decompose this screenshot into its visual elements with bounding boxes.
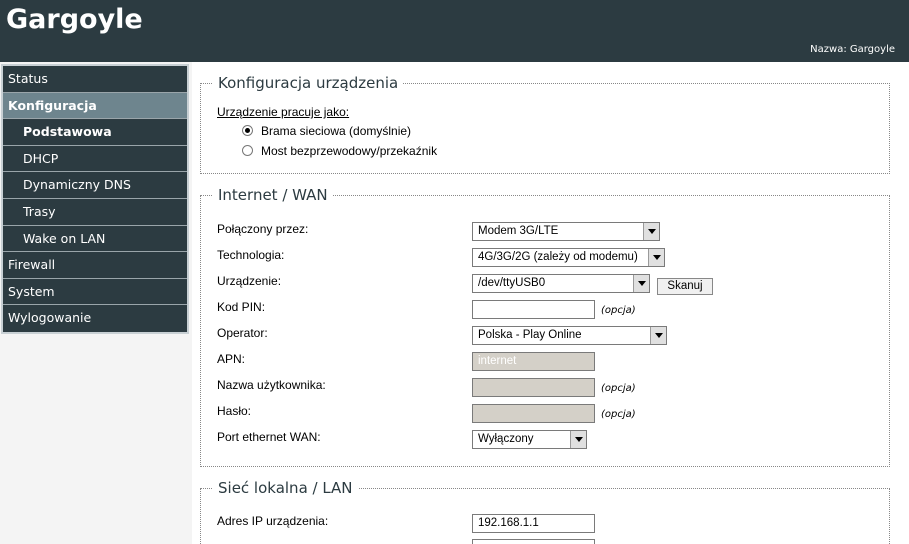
operator-select[interactable]: Polska - Play Online <box>472 326 667 345</box>
device-mode-label: Urządzenie pracuje jako: <box>217 105 350 119</box>
device-config-legend: Konfiguracja urządzenia <box>213 74 404 92</box>
chevron-down-icon <box>570 431 586 448</box>
password-label: Hasło: <box>217 404 252 418</box>
nav-item-firewall[interactable]: Firewall <box>3 252 187 279</box>
device-config-section: Konfiguracja urządzenia Urządzenie pracu… <box>200 74 890 174</box>
pin-input[interactable] <box>472 300 595 319</box>
chevron-down-icon <box>648 249 664 266</box>
nav-item-wylogowanie[interactable]: Wylogowanie <box>3 305 187 332</box>
nav-item-wake-on-lan[interactable]: Wake on LAN <box>3 226 187 253</box>
apn-input[interactable]: internet <box>472 352 595 371</box>
pin-optional-label: (opcja) <box>601 305 636 316</box>
lan-legend: Sieć lokalna / LAN <box>213 479 358 497</box>
wan-section: Internet / WAN Połączony przez: Modem 3G… <box>200 186 890 467</box>
technology-select[interactable]: 4G/3G/2G (zależy od modemu) <box>472 248 665 267</box>
password-input[interactable] <box>472 404 595 423</box>
radio-bridge-row[interactable]: Most bezprzewodowy/przekaźnik <box>242 144 437 158</box>
radio-bridge[interactable] <box>242 145 253 156</box>
apn-label: APN: <box>217 352 246 366</box>
operator-value: Polska - Play Online <box>478 329 582 341</box>
nav-item-dynamiczny-dns[interactable]: Dynamiczny DNS <box>3 172 187 199</box>
port-label: Port ethernet WAN: <box>217 430 321 444</box>
app-header: Gargoyle Nazwa: Gargoyle <box>0 0 909 62</box>
device-value: /dev/ttyUSB0 <box>478 277 546 289</box>
chevron-down-icon <box>643 223 659 240</box>
hostname-label: Nazwa: Gargoyle <box>810 44 895 55</box>
nav-item-dhcp[interactable]: DHCP <box>3 146 187 173</box>
connected-via-value: Modem 3G/LTE <box>478 225 559 237</box>
operator-label: Operator: <box>217 326 268 340</box>
username-optional-label: (opcja) <box>601 383 636 394</box>
lan-ip-label: Adres IP urządzenia: <box>217 514 329 528</box>
port-value: Wyłączony <box>478 433 534 445</box>
port-select[interactable]: Wyłączony <box>472 430 587 449</box>
device-label: Urządzenie: <box>217 274 282 288</box>
nav-item-konfiguracja[interactable]: Konfiguracja <box>3 92 187 120</box>
lan-ip-input[interactable]: 192.168.1.1 <box>472 514 595 533</box>
wan-legend: Internet / WAN <box>213 186 333 204</box>
brand-title: Gargoyle <box>6 4 143 35</box>
password-optional-label: (opcja) <box>601 409 636 420</box>
connected-via-label: Połączony przez: <box>217 222 309 236</box>
device-select[interactable]: /dev/ttyUSB0 <box>472 274 650 293</box>
technology-value: 4G/3G/2G (zależy od modemu) <box>478 251 638 263</box>
lan-next-input[interactable] <box>472 539 595 544</box>
nav-item-trasy[interactable]: Trasy <box>3 199 187 226</box>
technology-label: Technologia: <box>217 248 285 262</box>
chevron-down-icon <box>650 327 666 344</box>
sidebar-nav: Status Konfiguracja Podstawowa DHCP Dyna… <box>1 64 189 334</box>
connected-via-select[interactable]: Modem 3G/LTE <box>472 222 660 241</box>
nav-item-podstawowa[interactable]: Podstawowa <box>3 119 187 146</box>
radio-gateway[interactable] <box>242 125 253 136</box>
radio-gateway-label: Brama sieciowa (domyślnie) <box>261 124 412 138</box>
username-input[interactable] <box>472 378 595 397</box>
nav-item-system[interactable]: System <box>3 279 187 306</box>
username-label: Nazwa użytkownika: <box>217 378 326 392</box>
chevron-down-icon <box>633 275 649 292</box>
pin-label: Kod PIN: <box>217 300 266 314</box>
nav-item-status[interactable]: Status <box>3 66 187 93</box>
lan-section: Sieć lokalna / LAN Adres IP urządzenia: … <box>200 479 890 544</box>
radio-bridge-label: Most bezprzewodowy/przekaźnik <box>261 144 438 158</box>
scan-button[interactable]: Skanuj <box>657 278 713 295</box>
radio-gateway-row[interactable]: Brama sieciowa (domyślnie) <box>242 124 411 138</box>
